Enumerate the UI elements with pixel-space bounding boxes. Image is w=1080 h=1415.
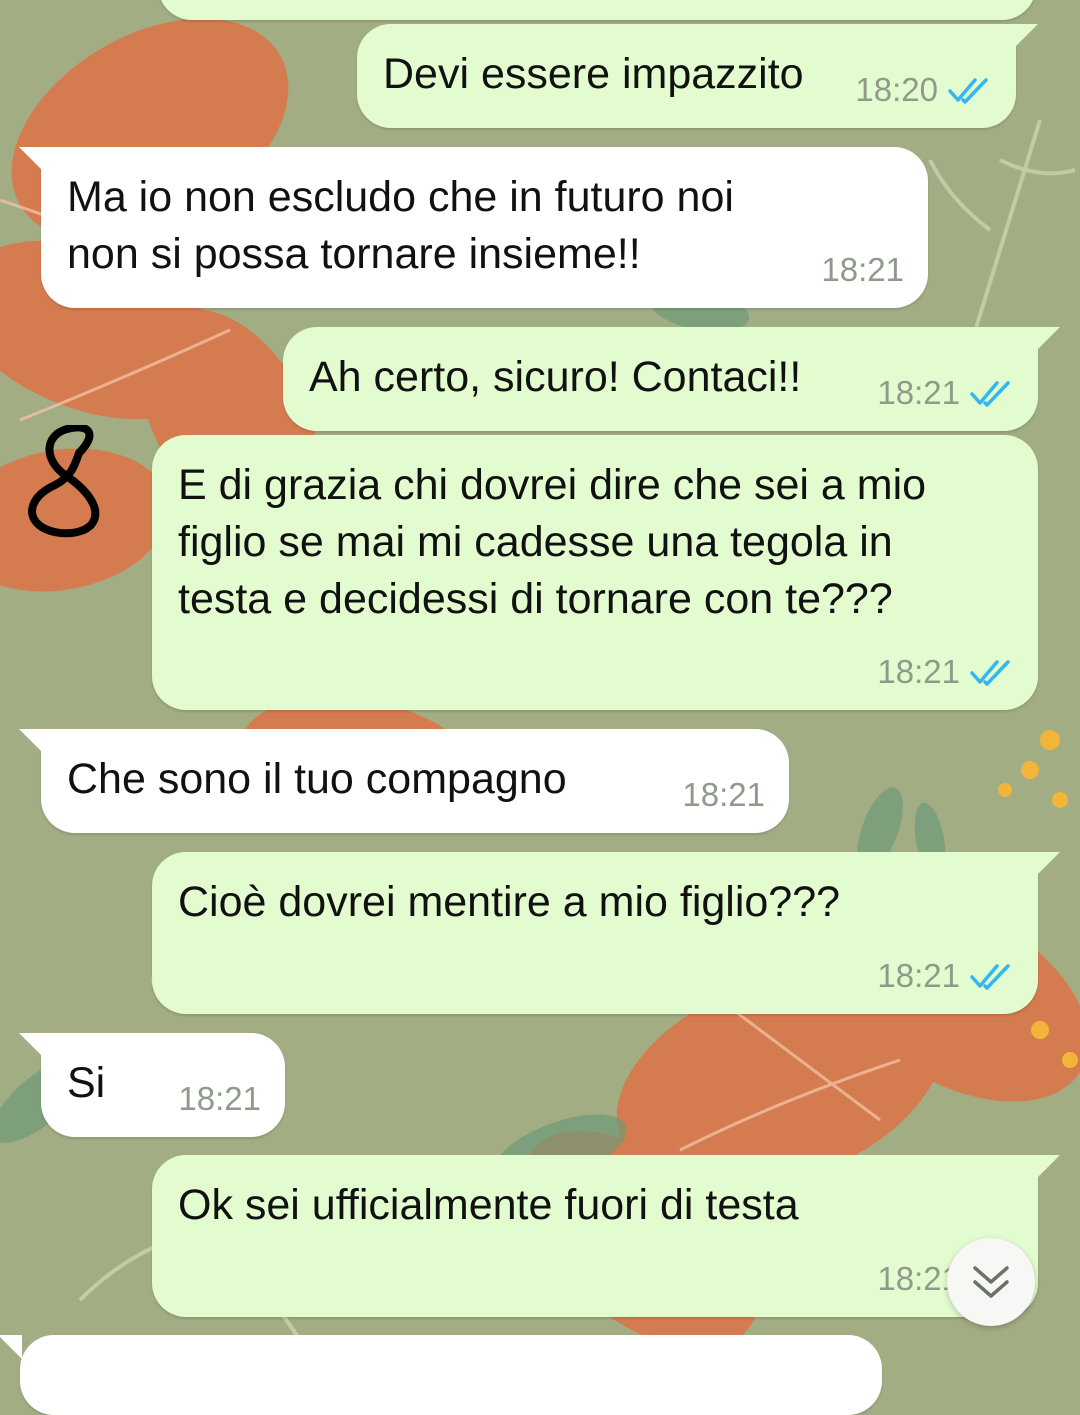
message-text: Ma io non escludo che in futuro noi non … xyxy=(67,173,734,278)
message-bubble-outgoing-partial[interactable] xyxy=(158,0,1036,20)
message-time: 18:21 xyxy=(682,776,765,813)
message-bubble-outgoing[interactable]: Cioè dovrei mentire a mio figlio??? 18:2… xyxy=(152,852,1060,1014)
message-time: 18:21 xyxy=(877,653,960,690)
message-time: 18:21 xyxy=(877,374,960,411)
message-time: 18:21 xyxy=(821,251,904,288)
message-bubble-incoming[interactable]: Che sono il tuo compagno 18:21 xyxy=(19,729,789,833)
message-bubble-outgoing[interactable]: Ah certo, sicuro! Contaci!! 18:21 xyxy=(283,327,1060,431)
message-bubble-incoming-partial[interactable] xyxy=(0,1335,882,1415)
message-time: 18:21 xyxy=(877,957,960,994)
message-meta: 18:21 xyxy=(821,241,904,298)
message-bubble-outgoing[interactable]: Ok sei ufficialmente fuori di testa 18:2… xyxy=(152,1155,1060,1317)
double-check-icon xyxy=(970,659,1010,686)
message-time: 18:20 xyxy=(855,71,938,108)
message-meta: 18:21 xyxy=(877,947,1014,1004)
message-text: Che sono il tuo compagno xyxy=(67,755,567,803)
message-bubble-outgoing[interactable]: E di grazia chi dovrei dire che sei a mi… xyxy=(152,435,1038,710)
scroll-to-bottom-button[interactable] xyxy=(947,1238,1035,1326)
message-text: Cioè dovrei mentire a mio figlio??? xyxy=(178,878,841,926)
message-text: E di grazia chi dovrei dire che sei a mi… xyxy=(178,461,927,623)
message-bubble-incoming[interactable]: Ma io non escludo che in futuro noi non … xyxy=(19,147,928,308)
message-meta: 18:21 xyxy=(877,364,1014,421)
chevron-double-down-icon xyxy=(973,1266,1009,1298)
message-text: Ok sei ufficialmente fuori di testa xyxy=(178,1181,799,1229)
message-bubble-outgoing[interactable]: Devi essere impazzito 18:20 xyxy=(357,24,1038,128)
double-check-icon xyxy=(970,380,1010,407)
handwritten-doodle xyxy=(28,425,100,538)
message-meta: 18:21 xyxy=(877,643,1014,700)
message-meta: 18:21 xyxy=(682,766,765,823)
double-check-icon xyxy=(970,963,1010,990)
message-time: 18:21 xyxy=(178,1080,261,1117)
message-bubble-incoming[interactable]: Si 18:21 xyxy=(19,1033,285,1137)
message-meta: 18:21 xyxy=(178,1070,261,1127)
double-check-icon xyxy=(948,77,988,104)
message-meta: 18:20 xyxy=(855,61,992,118)
